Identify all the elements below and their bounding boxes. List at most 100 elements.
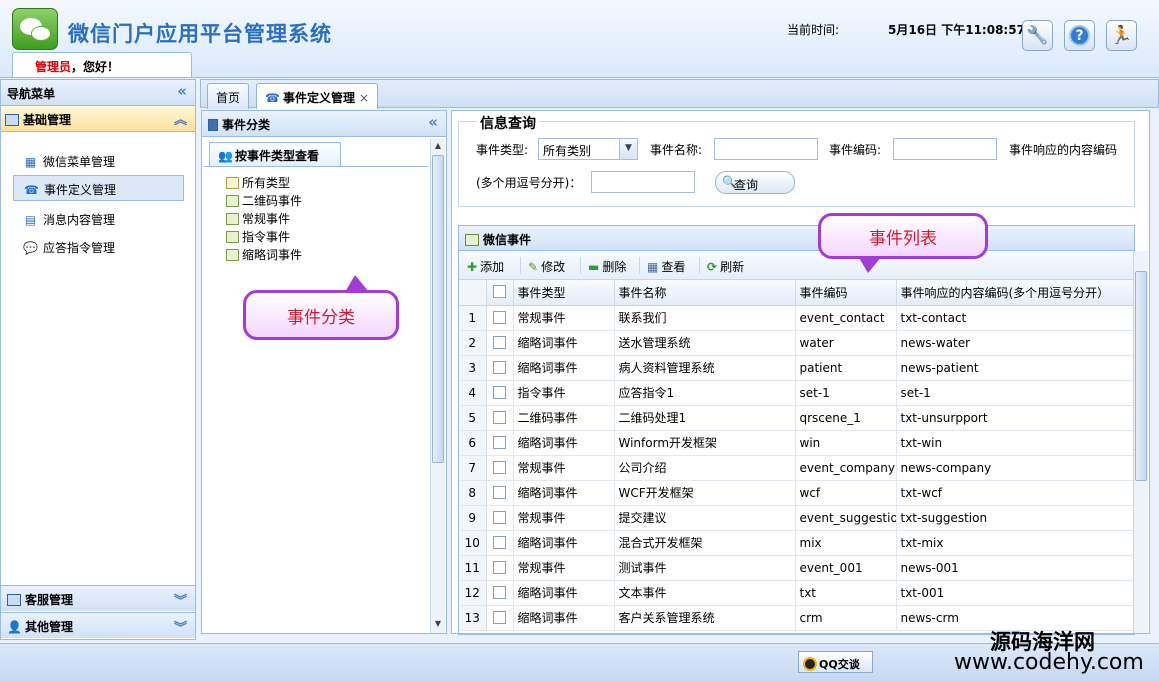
table-icon (226, 195, 239, 207)
scroll-thumb[interactable] (432, 155, 444, 463)
chevron-down-icon[interactable]: ︾ (174, 617, 187, 636)
refresh-button[interactable]: ⟳ 刷新 (707, 258, 744, 275)
table-row[interactable]: 11 常规事件 测试事件 event_001 news-001 (459, 555, 1134, 581)
row-checkbox[interactable] (493, 385, 506, 399)
tab-strip-line (204, 166, 428, 167)
user-greeting: 管理员，您好！ (12, 52, 192, 77)
cell-event-code: water (795, 330, 897, 356)
table-row[interactable]: 9 常规事件 提交建议 event_suggestion txt-suggestion (459, 505, 1134, 531)
table-row[interactable]: 7 常规事件 公司介绍 event_company news-company (459, 455, 1134, 481)
cell-event-code: win (795, 430, 897, 456)
event-type-select[interactable]: 所有类别 ▼ (538, 138, 638, 160)
cell-response-code: txt-mix (896, 530, 1134, 556)
row-select-cell (486, 330, 514, 356)
row-checkbox[interactable] (493, 360, 506, 374)
nav-group-basic[interactable]: 基础管理 ︽ (1, 106, 195, 132)
row-checkbox[interactable] (493, 435, 506, 449)
row-checkbox[interactable] (493, 485, 506, 499)
tab-by-event-type[interactable]: 👥 按事件类型查看 (209, 142, 341, 167)
row-checkbox[interactable] (493, 510, 506, 524)
row-select-cell (486, 380, 514, 406)
nav-group-other[interactable]: 👤 其他管理 ︾ (1, 612, 195, 638)
row-checkbox[interactable] (493, 410, 506, 424)
row-checkbox[interactable] (493, 335, 506, 349)
table-row[interactable]: 6 缩略词事件 Winform开发框架 win txt-win (459, 430, 1134, 456)
tree-node-command[interactable]: 指令事件 (226, 228, 290, 245)
event-type-label: 事件类型: (476, 143, 529, 157)
table-row[interactable]: 1 常规事件 联系我们 event_contact txt-contact (459, 305, 1134, 331)
tree-node-normal[interactable]: 常规事件 (226, 210, 290, 227)
tree-node-qrcode[interactable]: 二维码事件 (226, 192, 302, 209)
nav-item-label: 消息内容管理 (43, 213, 116, 227)
cell-event-type: 缩略词事件 (513, 330, 615, 356)
cell-event-type: 指令事件 (513, 380, 615, 406)
scroll-thumb[interactable] (1135, 271, 1147, 481)
table-row[interactable]: 4 指令事件 应答指令1 set-1 set-1 (459, 380, 1134, 406)
tab-home[interactable]: 首页 (207, 83, 250, 109)
nav-item-label: 事件定义管理 (44, 183, 117, 197)
row-checkbox[interactable] (493, 310, 506, 324)
callout-tail (858, 256, 882, 273)
row-checkbox[interactable] (493, 460, 506, 474)
event-name-label: 事件名称: (650, 143, 703, 157)
response-code-label-2: (多个用逗号分开)： (476, 176, 582, 190)
row-checkbox[interactable] (493, 610, 506, 624)
column-header[interactable]: 事件响应的内容编码(多个用逗号分开） (896, 280, 1134, 306)
event-grid: 微信事件 ✚ 添加 ✎ 修改 ▬ 删除 ▦ 查看 ⟳ 刷新 事件类型 事件名称 事件编码 … (458, 225, 1135, 635)
help-button[interactable]: ? (1064, 20, 1095, 51)
nav-item-reply-command[interactable]: 💬 应答指令管理 (13, 234, 184, 260)
table-row[interactable]: 5 二维码事件 二维码处理1 qrscene_1 txt-unsurpport (459, 405, 1134, 431)
main-panel: 信息查询 事件类型: 所有类别 ▼ 事件名称: 事件编码: 事件响应的内容编码 (… (451, 110, 1150, 635)
tree-node-abbreviation[interactable]: 缩略词事件 (226, 246, 302, 263)
refresh-label: 刷新 (720, 260, 745, 274)
scroll-up-icon[interactable]: ▲ (431, 141, 445, 150)
row-number: 13 (459, 605, 487, 631)
scroll-down-icon[interactable]: ▼ (431, 619, 445, 628)
view-button[interactable]: ▦ 查看 (647, 258, 685, 275)
search-button[interactable]: 🔍 查询 (715, 171, 795, 194)
table-row[interactable]: 8 缩略词事件 WCF开发框架 wcf txt-wcf (459, 480, 1134, 506)
row-checkbox[interactable] (493, 560, 506, 574)
nav-item-message-content[interactable]: ▤ 消息内容管理 (13, 206, 184, 232)
grid-scrollbar[interactable] (1133, 251, 1148, 633)
nav-group-service-label: 客服管理 (25, 593, 74, 607)
window-icon (7, 594, 21, 606)
add-button[interactable]: ✚ 添加 (467, 258, 504, 275)
nav-group-service[interactable]: 客服管理 ︾ (1, 585, 195, 611)
response-code-input[interactable] (591, 171, 695, 193)
collapse-left-icon[interactable]: « (428, 113, 438, 131)
settings-button[interactable]: 🔧 (1022, 20, 1053, 51)
logout-button[interactable]: 🏃 (1106, 20, 1137, 51)
close-icon[interactable]: × (359, 91, 369, 105)
collapse-left-icon[interactable]: « (177, 82, 187, 100)
table-row[interactable]: 3 缩略词事件 病人资料管理系统 patient news-patient (459, 355, 1134, 381)
speech-bubble-icon: 💬 (23, 241, 38, 255)
tab-event-definition[interactable]: ☎ 事件定义管理 × (256, 83, 379, 109)
category-scrollbar[interactable]: ▲ ▼ (430, 139, 445, 633)
nav-header: 导航菜单 « (1, 80, 195, 106)
column-header[interactable]: 事件名称 (614, 280, 796, 306)
chevron-up-icon[interactable]: ︽ (174, 109, 187, 128)
toolbar-divider (520, 257, 521, 274)
cell-event-code: qrscene_1 (795, 405, 897, 431)
table-icon: ▦ (647, 260, 659, 274)
column-header[interactable]: 事件编码 (795, 280, 897, 306)
chevron-down-icon[interactable]: ︾ (174, 590, 187, 609)
event-code-input[interactable] (893, 138, 997, 160)
table-row[interactable]: 10 缩略词事件 混合式开发框架 mix txt-mix (459, 530, 1134, 556)
qq-chat-button[interactable]: QQ交谈 (798, 651, 873, 673)
nav-item-event-definition[interactable]: ☎ 事件定义管理 (13, 175, 184, 201)
row-select-cell (486, 355, 514, 381)
select-all-checkbox[interactable] (493, 285, 506, 299)
delete-button[interactable]: ▬ 删除 (588, 258, 626, 275)
row-checkbox[interactable] (493, 585, 506, 599)
table-row[interactable]: 2 缩略词事件 送水管理系统 water news-water (459, 330, 1134, 356)
tree-node-all[interactable]: 所有类型 (226, 174, 290, 191)
column-header[interactable]: 事件类型 (513, 280, 615, 306)
plus-icon: ✚ (467, 260, 478, 274)
edit-button[interactable]: ✎ 修改 (528, 258, 565, 275)
row-checkbox[interactable] (493, 535, 506, 549)
table-row[interactable]: 12 缩略词事件 文本事件 txt txt-001 (459, 580, 1134, 606)
event-name-input[interactable] (714, 138, 818, 160)
nav-item-wechat-menu[interactable]: ▦ 微信菜单管理 (13, 148, 184, 174)
